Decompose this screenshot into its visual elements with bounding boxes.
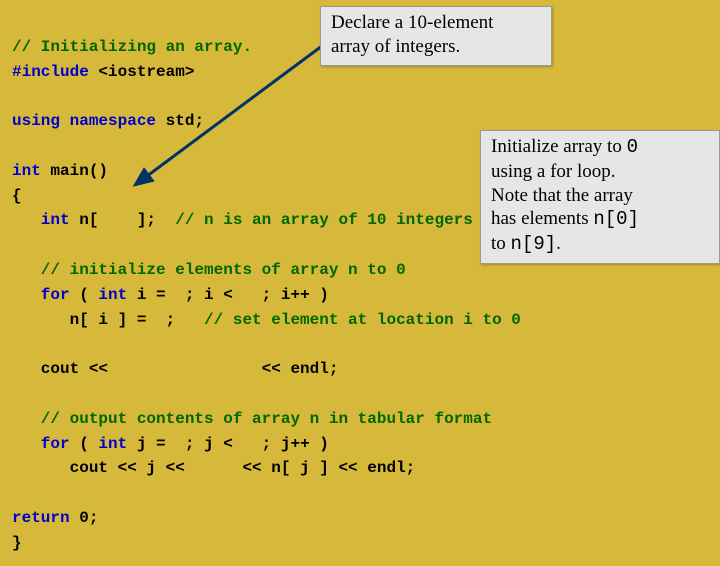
code-kw: using namespace	[12, 112, 156, 130]
callout-text: using a for loop.	[491, 161, 616, 182]
code-comment: // n is an array of 10 integers	[175, 211, 473, 229]
code-text: (	[70, 435, 99, 453]
code-kw: int	[12, 162, 41, 180]
callout-code: 0	[627, 136, 638, 158]
code-text: std;	[156, 112, 204, 130]
callout-text: to	[491, 233, 511, 254]
code-text: cout << << endl;	[12, 360, 338, 378]
code-comment: // initialize elements of array n to 0	[12, 261, 406, 279]
callout-text: array of integers.	[331, 36, 460, 57]
code-text: {	[12, 187, 22, 205]
callout-initialize-loop: Initialize array to 0 using a for loop. …	[480, 130, 720, 264]
code-text: n[ i ] = ;	[12, 311, 204, 329]
callout-text: .	[556, 233, 561, 254]
code-kw: int	[12, 211, 70, 229]
callout-code: n[0]	[593, 208, 639, 230]
code-line: // Initializing an array.	[12, 38, 252, 56]
callout-text: has elements	[491, 208, 593, 229]
code-text: 0;	[70, 509, 99, 527]
code-comment: // output contents of array n in tabular…	[12, 410, 492, 428]
callout-code: n[9]	[511, 233, 557, 255]
code-block: // Initializing an array. #include <iost…	[0, 0, 720, 566]
code-text: main()	[41, 162, 108, 180]
code-kw: for	[12, 435, 70, 453]
code-text: }	[12, 534, 22, 552]
callout-text: Initialize array to	[491, 136, 627, 157]
code-kw: #include	[12, 63, 89, 81]
code-text: j = ; j < ; j++ )	[127, 435, 329, 453]
code-text: n[ ];	[70, 211, 176, 229]
code-kw: return	[12, 509, 70, 527]
callout-declare-array: Declare a 10-element array of integers.	[320, 6, 552, 66]
code-kw: for	[12, 286, 70, 304]
code-kw: int	[98, 286, 127, 304]
callout-text: Declare a 10-element	[331, 12, 493, 33]
code-text: <iostream>	[89, 63, 195, 81]
callout-text: Note that the array	[491, 185, 633, 206]
code-text: i = ; i < ; i++ )	[127, 286, 329, 304]
code-text: (	[70, 286, 99, 304]
code-kw: int	[98, 435, 127, 453]
code-text: cout << j << << n[ j ] << endl;	[12, 459, 415, 477]
code-comment: // set element at location i to 0	[204, 311, 521, 329]
